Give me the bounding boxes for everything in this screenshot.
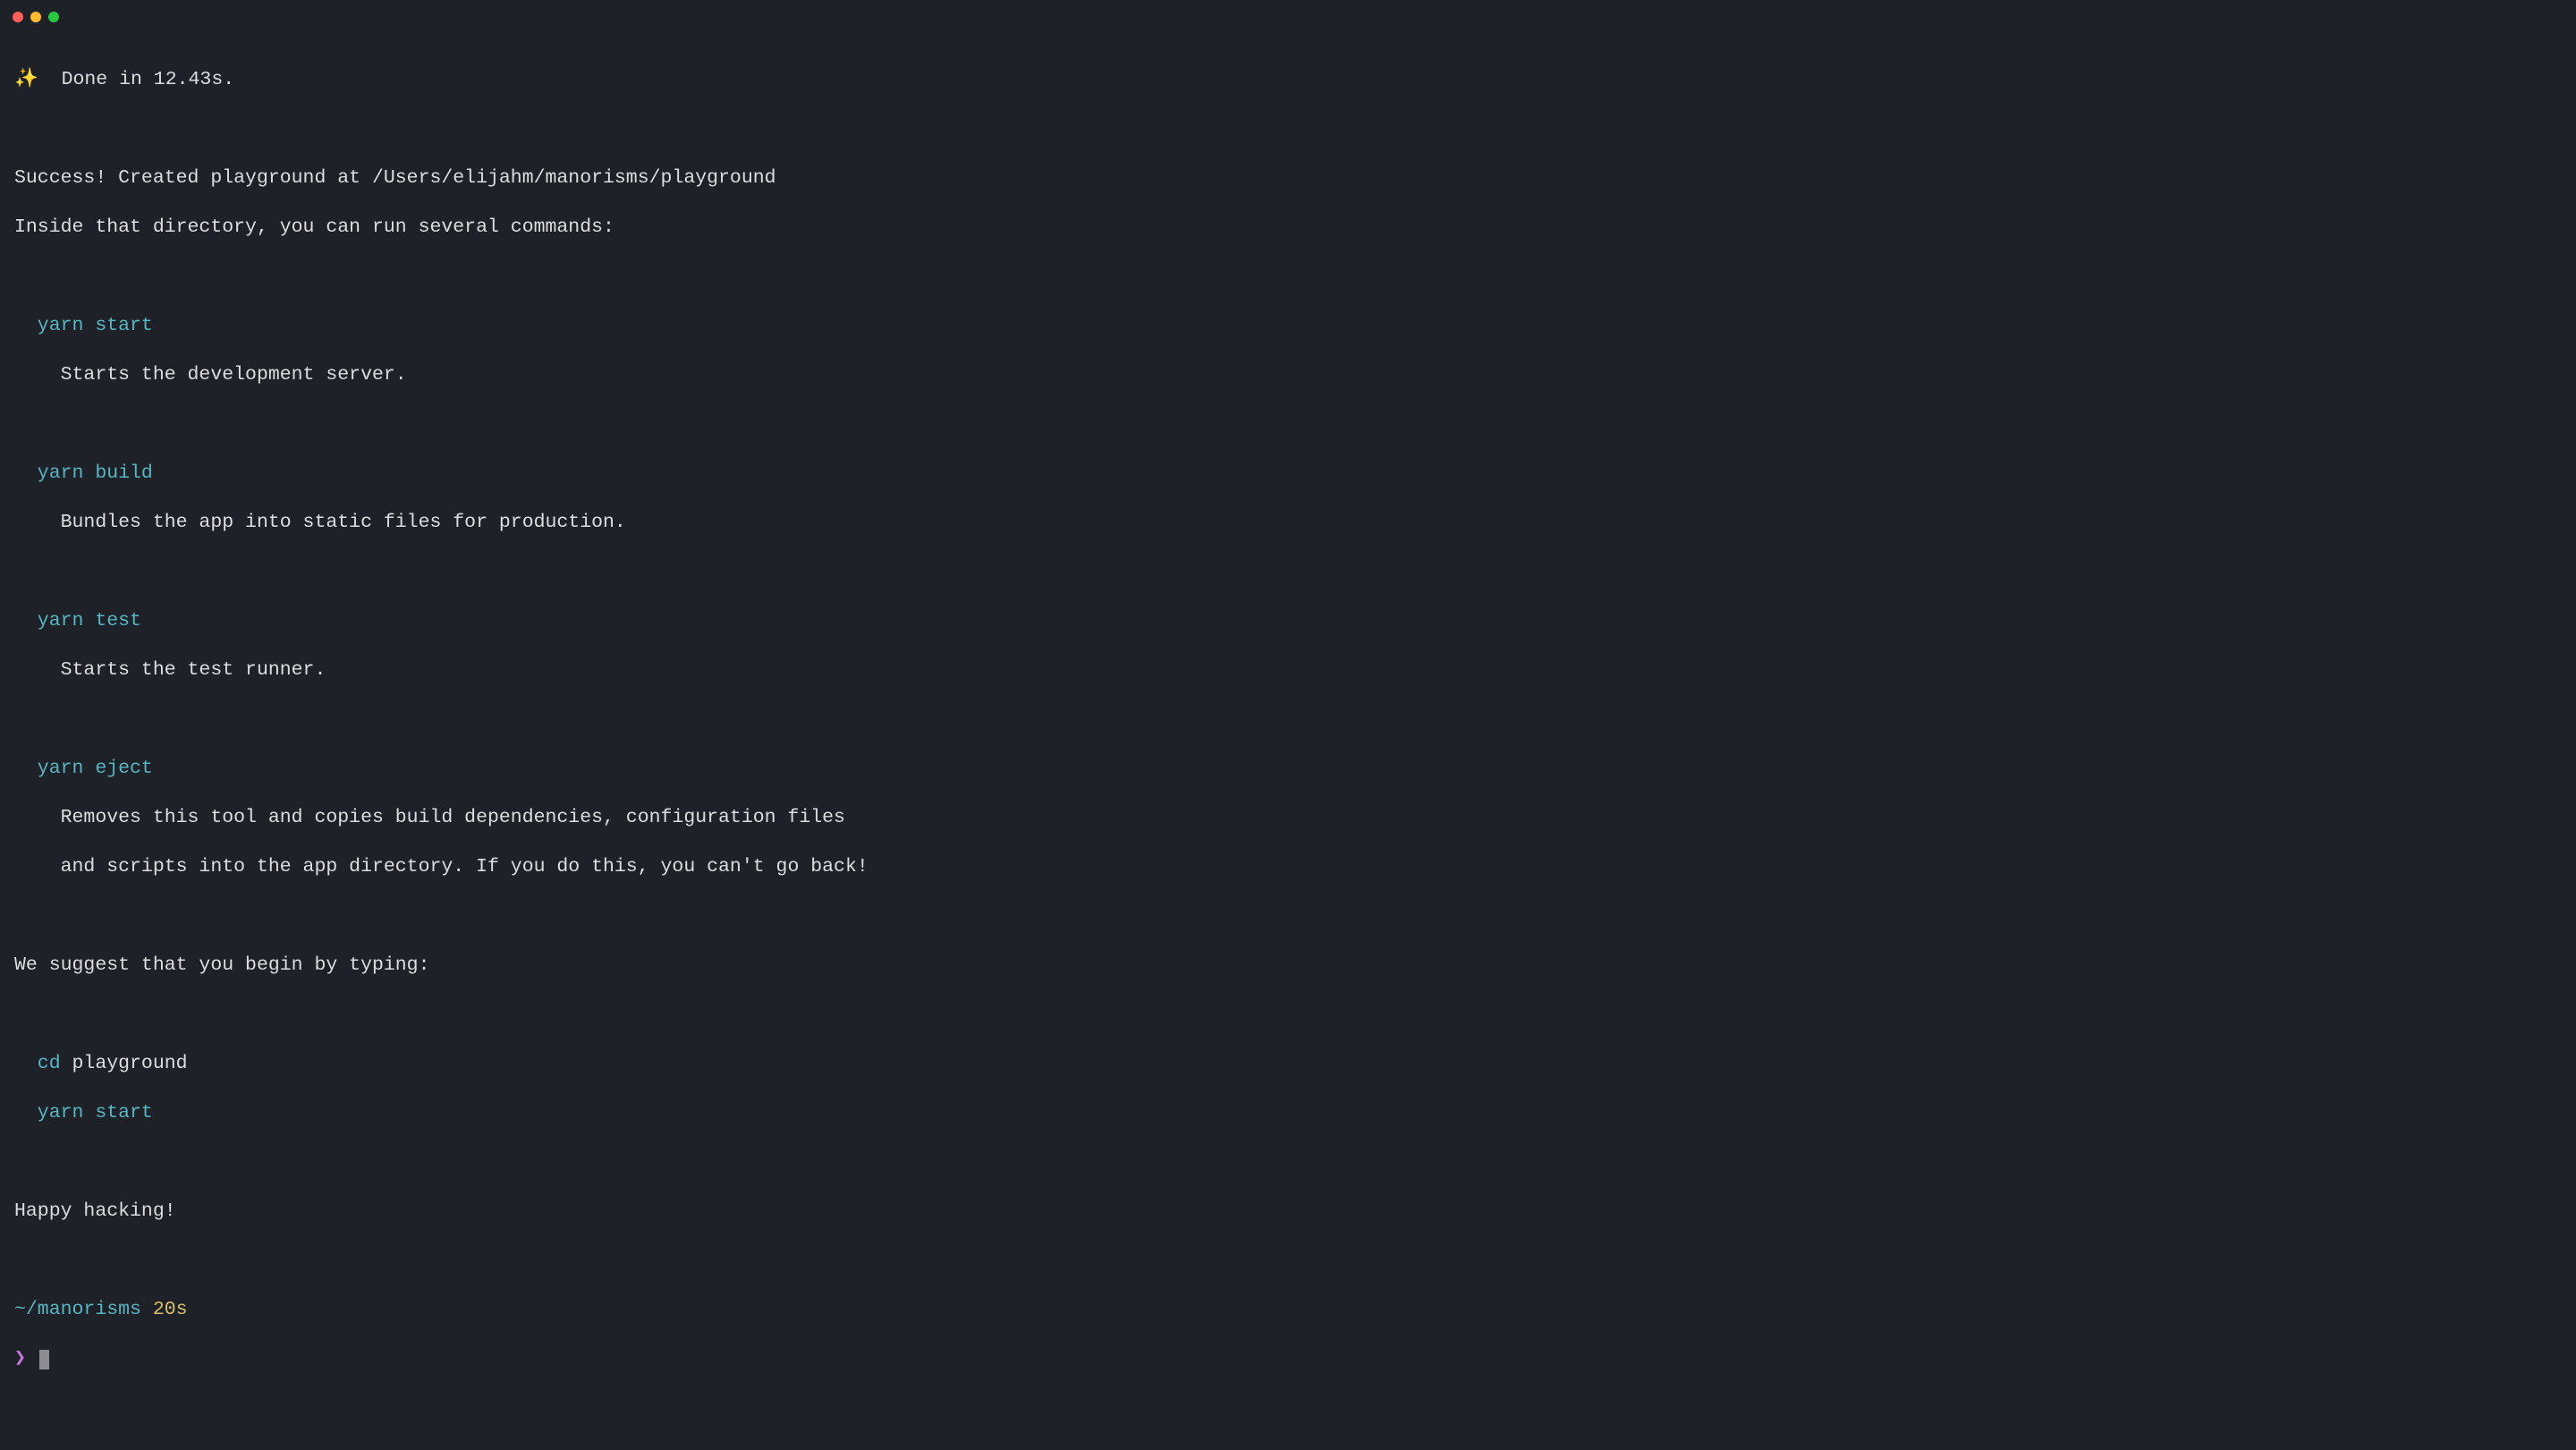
- yarn-eject-desc-1: Removes this tool and copies build depen…: [14, 806, 2562, 831]
- cd-arg: playground: [61, 1053, 188, 1074]
- close-button[interactable]: [13, 12, 23, 22]
- yarn-start-suggest: yarn start: [14, 1101, 2562, 1126]
- yarn-eject-cmd: yarn eject: [14, 757, 2562, 782]
- suggest-text: We suggest that you begin by typing:: [14, 954, 2562, 979]
- inside-text: Inside that directory, you can run sever…: [14, 216, 2562, 241]
- prompt-time: 20s: [141, 1299, 188, 1320]
- prompt-cwd: ~/manorisms: [14, 1299, 141, 1320]
- yarn-start-desc: Starts the development server.: [14, 363, 2562, 388]
- terminal-content[interactable]: ✨ Done in 12.43s. Success! Created playg…: [0, 34, 2576, 1430]
- cd-cmd: cd: [14, 1053, 61, 1074]
- yarn-build-desc: Bundles the app into static files for pr…: [14, 511, 2562, 536]
- cursor: [39, 1350, 49, 1369]
- happy-text: Happy hacking!: [14, 1200, 2562, 1225]
- yarn-build-cmd: yarn build: [14, 462, 2562, 487]
- yarn-eject-desc-2: and scripts into the app directory. If y…: [14, 855, 2562, 880]
- terminal-window: ✨ Done in 12.43s. Success! Created playg…: [0, 0, 2576, 1450]
- yarn-test-desc: Starts the test runner.: [14, 658, 2562, 683]
- yarn-start-cmd: yarn start: [14, 314, 2562, 339]
- window-titlebar: [0, 0, 2576, 34]
- yarn-test-cmd: yarn test: [14, 609, 2562, 634]
- done-text: Done in 12.43s.: [38, 69, 234, 90]
- prompt-symbol: ❯: [14, 1348, 38, 1369]
- sparkle-icon: ✨: [14, 69, 38, 90]
- success-text: Success! Created playground at /Users/el…: [14, 166, 2562, 191]
- maximize-button[interactable]: [48, 12, 59, 22]
- minimize-button[interactable]: [30, 12, 41, 22]
